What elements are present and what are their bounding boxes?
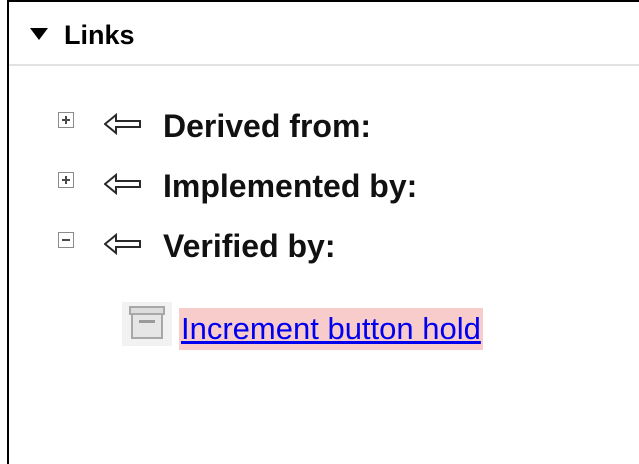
links-panel: Links Derived from: Implemented by: Veri…: [7, 0, 639, 464]
link-group-derived-from: Derived from:: [9, 106, 609, 154]
test-case-icon: [122, 302, 172, 346]
minus-box-icon[interactable]: [58, 232, 74, 248]
links-panel-title: Links: [64, 20, 135, 50]
link-group-label: Verified by:: [163, 228, 336, 264]
link-group-label: Derived from:: [163, 108, 372, 144]
plus-box-icon[interactable]: [58, 112, 74, 128]
increment-button-hold-link[interactable]: Increment button hold: [181, 308, 481, 350]
left-arrow-icon: [104, 112, 141, 136]
triangle-down-icon[interactable]: [30, 28, 48, 40]
left-arrow-icon: [104, 232, 141, 256]
plus-box-icon[interactable]: [58, 172, 74, 188]
links-panel-header[interactable]: Links: [9, 2, 639, 66]
link-group-label: Implemented by:: [163, 168, 418, 204]
link-group-implemented-by: Implemented by:: [9, 166, 609, 214]
left-arrow-icon: [104, 172, 141, 196]
link-group-verified-by: Verified by:: [9, 226, 609, 274]
verified-by-item: Increment button hold: [9, 298, 639, 358]
link-highlight: Increment button hold: [179, 308, 483, 350]
